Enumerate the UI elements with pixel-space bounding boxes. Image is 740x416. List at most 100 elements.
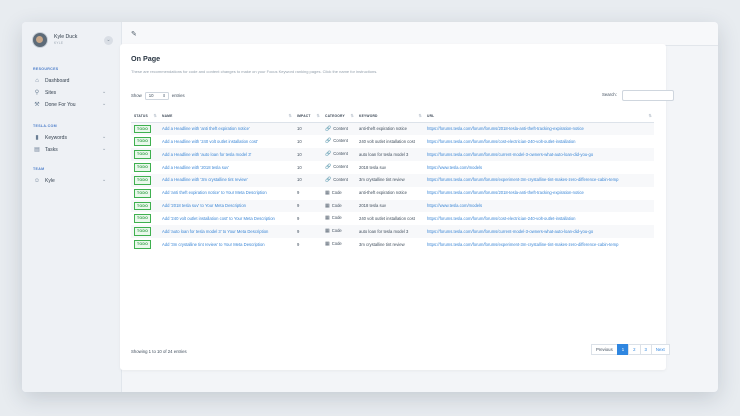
task-name-link[interactable]: Add 'anti theft expiration notice' to Yo… bbox=[159, 187, 294, 200]
table-row: TODO Add '3m crystalline tint review' to … bbox=[131, 238, 654, 251]
task-name-link[interactable]: Add '240 volt outlet installation cost' … bbox=[159, 212, 294, 225]
chevron-down-icon: ⌄ bbox=[102, 89, 107, 95]
edit-icon[interactable]: ✎ bbox=[131, 30, 137, 38]
impact-cell: 9 bbox=[294, 225, 322, 239]
user-subtitle: KYLE bbox=[54, 41, 64, 45]
task-name-link[interactable]: Add '2018 tesla suv' to Your Meta Descri… bbox=[159, 199, 294, 213]
task-name-link[interactable]: Add a Headline with 'anti theft expirati… bbox=[159, 122, 294, 136]
column-header-status[interactable]: STATUS bbox=[131, 110, 159, 123]
keyword-cell: 2018 tesla suv bbox=[359, 164, 387, 170]
status-cell: TODO bbox=[131, 187, 159, 200]
status-badge: TODO bbox=[134, 124, 152, 134]
task-name-link[interactable]: Add a Headline with '3m crystalline tint… bbox=[159, 173, 294, 187]
category-cell: 🔗 Content bbox=[322, 135, 356, 148]
search-label: Search: bbox=[602, 92, 617, 97]
entries-label: entries bbox=[171, 93, 185, 99]
column-header-category[interactable]: CATEGORY bbox=[322, 110, 356, 123]
category-cell: 🔗 Content bbox=[322, 161, 356, 174]
category-cell: ▦ Code bbox=[322, 199, 356, 213]
column-header-name[interactable]: NAME bbox=[159, 110, 294, 123]
url-link[interactable]: https://forums.tesla.com/forum/forums/20… bbox=[424, 122, 654, 136]
user-profile[interactable]: Kyle Duck KYLE ⌄ bbox=[32, 32, 114, 56]
sidebar-item-done-for-you[interactable]: ⚒ Done For You ⌄ bbox=[33, 101, 113, 111]
keyword-cell: auto loan for tesla model 3 bbox=[356, 225, 424, 239]
url-link[interactable]: https://forums.tesla.com/forum/forums/co… bbox=[424, 212, 654, 225]
category-label: Content bbox=[333, 164, 348, 170]
keyword-cell: anti-theft expiration notice bbox=[356, 122, 424, 136]
status-badge: TODO bbox=[134, 163, 152, 172]
chevron-down-icon[interactable]: ⌄ bbox=[104, 36, 113, 45]
url-link[interactable]: https://www.tesla.com/models bbox=[424, 199, 654, 213]
page-description: These are recommendations for code and c… bbox=[131, 69, 378, 74]
status-cell: TODO bbox=[131, 225, 159, 239]
entries-length-control: Show10entries bbox=[131, 92, 185, 100]
avatar[interactable] bbox=[32, 32, 48, 48]
bars-icon: ▮ bbox=[35, 135, 39, 141]
url-link[interactable]: https://forums.tesla.com/forum/forums/ex… bbox=[424, 173, 654, 187]
code-icon: ▦ bbox=[325, 202, 330, 209]
table-row: TODO Add '2018 tesla suv' to Your Meta De… bbox=[131, 199, 654, 213]
status-cell: TODO bbox=[131, 161, 159, 174]
column-header-keyword[interactable]: KEYWORD bbox=[356, 110, 424, 123]
category-cell: ▦ Code bbox=[322, 225, 356, 239]
status-cell: TODO bbox=[131, 212, 159, 225]
url-link[interactable]: https://www.tesla.com/models bbox=[424, 161, 654, 174]
status-badge: TODO bbox=[134, 137, 152, 147]
link-icon: 🔗 bbox=[325, 176, 332, 183]
chevron-down-icon: ⌄ bbox=[102, 146, 107, 152]
category-cell: 🔗 Content bbox=[322, 173, 356, 187]
previous-page-button[interactable]: Previous bbox=[591, 344, 618, 355]
keyword-cell: 240 volt outlet installation cost bbox=[359, 215, 415, 221]
impact-cell: 9 bbox=[294, 199, 322, 213]
sidebar-item-sites[interactable]: ⚲ Sites ⌄ bbox=[33, 89, 113, 99]
sidebar-item-kyle[interactable]: ☺ Kyle ⌄ bbox=[33, 177, 113, 187]
task-name-link[interactable]: Add 'auto loan for tesla model 3' to You… bbox=[159, 225, 294, 239]
table-row: TODO Add a Headline with '3m crystalline … bbox=[131, 173, 654, 187]
impact-cell: 10 bbox=[297, 138, 302, 144]
url-link[interactable]: https://forums.tesla.com/forum/forums/co… bbox=[424, 135, 654, 148]
category-cell: ▦ Code bbox=[322, 212, 356, 225]
category-cell: 🔗 Content bbox=[322, 148, 356, 162]
status-cell: TODO bbox=[131, 238, 159, 251]
status-cell: TODO bbox=[131, 148, 159, 162]
impact-cell: 9 bbox=[297, 190, 300, 196]
sidebar-section-label: TEAM bbox=[33, 167, 45, 171]
category-label: Code bbox=[331, 215, 342, 221]
link-icon: 🔗 bbox=[325, 151, 332, 158]
category-label: Code bbox=[331, 202, 342, 208]
column-header-impact[interactable]: IMPACT bbox=[294, 110, 322, 123]
home-icon: ⌂ bbox=[35, 78, 39, 84]
sidebar-item-tasks[interactable]: ▤ Tasks ⌄ bbox=[33, 146, 113, 156]
code-icon: ▦ bbox=[325, 228, 330, 235]
url-link[interactable]: https://forums.tesla.com/forum/forums/ex… bbox=[424, 238, 654, 251]
chevron-down-icon: ⌄ bbox=[102, 134, 107, 140]
user-icon: ☺ bbox=[33, 178, 41, 184]
category-label: Code bbox=[331, 241, 342, 247]
column-header-url[interactable]: URL bbox=[424, 110, 654, 123]
url-link[interactable]: https://forums.tesla.com/forum/forums/20… bbox=[424, 187, 654, 200]
next-page-button[interactable]: Next bbox=[650, 344, 670, 355]
on-page-card: On Page These are recommendations for co… bbox=[120, 44, 674, 370]
table-row: TODO Add a Headline with 'auto loan for t… bbox=[131, 148, 654, 162]
category-cell: 🔗 Content bbox=[322, 122, 356, 136]
task-name-link[interactable]: Add a Headline with 'auto loan for tesla… bbox=[159, 148, 294, 162]
pagination: Previous 1 2 3 Next bbox=[591, 344, 670, 355]
keyword-cell: anti-theft expiration notice bbox=[359, 190, 407, 196]
code-icon: ▦ bbox=[325, 215, 330, 222]
keyword-cell: 3m crystalline tint review bbox=[359, 241, 405, 247]
entries-select[interactable]: 10 bbox=[144, 92, 169, 100]
task-name-link[interactable]: Add '3m crystalline tint review' to Your… bbox=[159, 238, 294, 251]
search-input[interactable] bbox=[622, 90, 674, 101]
sidebar-item-keywords[interactable]: ▮ Keywords ⌄ bbox=[33, 134, 113, 144]
table-info: Showing 1 to 10 of 24 entries bbox=[131, 349, 187, 354]
recommendations-table: STATUSNAMEIMPACTCATEGORYKEYWORDURL TODO A… bbox=[131, 110, 654, 251]
category-label: Content bbox=[333, 176, 348, 182]
impact-cell: 9 bbox=[297, 215, 300, 221]
sidebar-item-dashboard[interactable]: ⌂ Dashboard bbox=[33, 77, 113, 87]
task-name-link[interactable]: Add a Headline with '2018 tesla suv' bbox=[159, 161, 294, 174]
impact-cell: 9 bbox=[297, 241, 300, 247]
table-row: TODO Add a Headline with 'anti theft expi… bbox=[131, 122, 654, 136]
url-link[interactable]: https://forums.tesla.com/forum/forums/cu… bbox=[424, 148, 654, 162]
url-link[interactable]: https://forums.tesla.com/forum/forums/cu… bbox=[424, 225, 654, 239]
task-name-link[interactable]: Add a Headline with '240 volt outlet ins… bbox=[159, 135, 294, 148]
